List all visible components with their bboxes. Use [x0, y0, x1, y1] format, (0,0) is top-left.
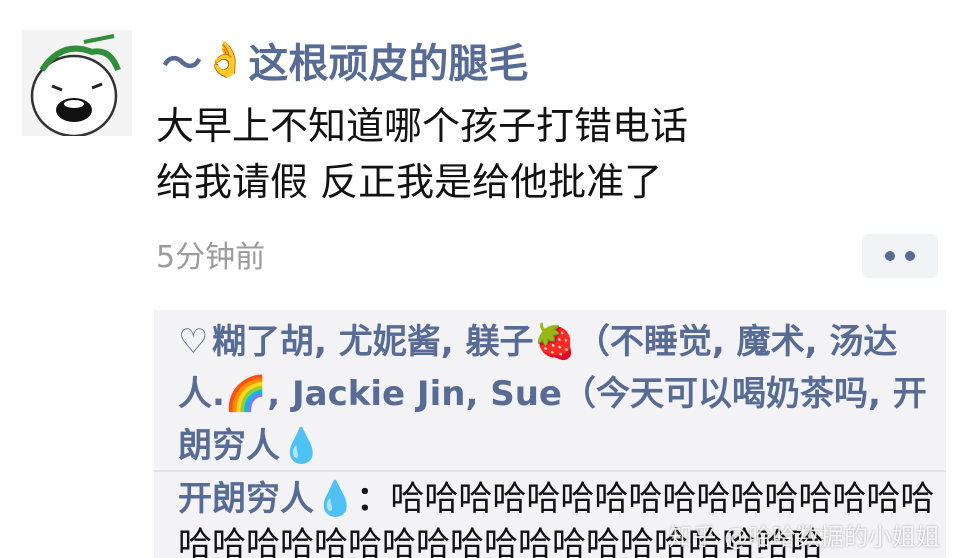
content-line: 大早上不知道哪个孩子打错电话 — [156, 104, 689, 148]
more-actions-button[interactable] — [862, 234, 938, 278]
post-content: 大早上不知道哪个孩子打错电话 给我请假 反正我是给他批准了 — [156, 98, 916, 210]
divider — [154, 470, 946, 472]
dot-icon — [885, 251, 895, 261]
dot-icon — [905, 251, 915, 261]
avatar[interactable] — [22, 30, 132, 136]
like-name[interactable]: 尤妮酱 — [339, 322, 441, 362]
heart-outline-icon: ♡ — [178, 322, 209, 362]
author-name[interactable]: ～ 👌 这根顽皮的腿毛 — [162, 30, 528, 90]
likes-list: ♡ 糊了胡, 尤妮酱, 躾子🍓（不睡觉, 魔术, 汤达人.🌈, Jackie Ji… — [178, 316, 938, 472]
content-line: 给我请假 反正我是给他批准了 — [156, 160, 663, 204]
watermark: 知乎 @哈哈数据的小姐姐 — [668, 523, 940, 551]
like-name[interactable]: Jackie Jin — [292, 374, 465, 414]
author-name-text: 这根顽皮的腿毛 — [248, 41, 529, 87]
comment-separator: ： — [356, 479, 391, 519]
like-name[interactable]: Sue（今天可以喝奶茶吗 — [490, 374, 868, 414]
moments-post: ～ 👌 这根顽皮的腿毛 大早上不知道哪个孩子打错电话 给我请假 反正我是给他批准… — [0, 0, 960, 558]
commenter-name[interactable]: 开朗穷人💧 — [178, 479, 356, 519]
author-prefix: ～ — [162, 41, 202, 87]
ok-hand-emoji: 👌 — [204, 40, 247, 80]
avatar-image — [22, 30, 132, 136]
like-name[interactable]: 糊了胡 — [212, 322, 314, 362]
post-timestamp: 5分钟前 — [156, 240, 266, 275]
